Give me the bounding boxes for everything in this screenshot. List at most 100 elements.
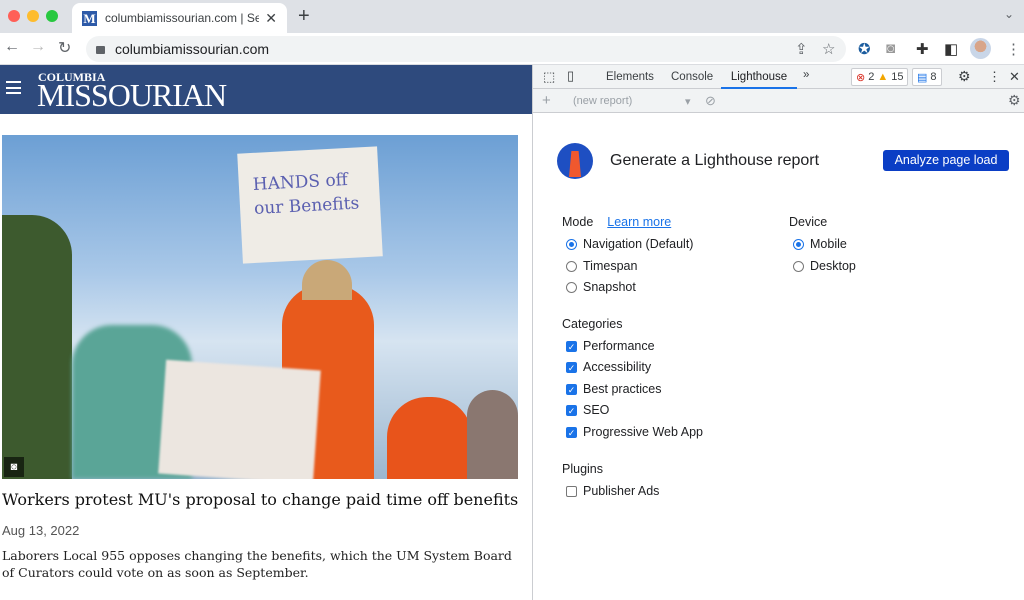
more-tabs-icon[interactable]: » [803,69,809,81]
mode-navigation[interactable]: Navigation (Default) [566,237,693,251]
back-button[interactable]: ← [4,38,20,56]
add-report-icon[interactable]: + [542,92,551,109]
option-label: Publisher Ads [583,484,660,498]
checkbox[interactable]: ✓ [566,404,577,416]
plugins-label: Plugins [562,462,603,476]
category-performance[interactable]: ✓ Performance [566,339,655,353]
article-summary: Laborers Local 955 opposes changing the … [2,548,512,580]
masthead: COLUMBIA MISSOURIAN [0,65,532,114]
browser-toolbar: ← → ↻ columbiamissourian.com ⇪ ☆ ✪ ◙ ✚ ◧… [0,33,1024,65]
favicon: M [82,10,97,26]
checkbox[interactable]: ✓ [566,383,577,395]
option-label: Navigation (Default) [583,237,694,251]
url-text: columbiamissourian.com [115,41,270,57]
share-icon[interactable]: ⇪ [795,40,808,58]
lighthouse-settings-icon[interactable]: ⚙ [1008,92,1021,109]
radio[interactable] [566,238,577,250]
forward-button[interactable]: → [30,38,46,56]
tab-console[interactable]: Console [671,71,713,83]
address-bar[interactable]: columbiamissourian.com [86,36,846,62]
close-tab-icon[interactable]: ✕ [265,10,277,27]
device-desktop[interactable]: Desktop [793,259,856,273]
message-count: 8 [930,71,937,83]
checkbox[interactable]: ✓ [566,361,577,373]
devtools-tabs: ⬚ ▯ Elements Console Lighthouse » ⊗ 2 ▲ 15… [533,65,1024,89]
article-headline[interactable]: Workers protest MU's proposal to change … [2,490,518,509]
radio[interactable] [793,238,804,250]
close-devtools-icon[interactable]: ✕ [1009,69,1020,85]
radio[interactable] [793,260,804,272]
camera-icon[interactable]: ◙ [4,457,24,477]
option-label: Mobile [810,237,847,251]
tab-elements[interactable]: Elements [606,71,654,83]
new-tab-button[interactable]: + [298,5,310,28]
analyze-page-load-button[interactable]: Analyze page load [883,150,1009,171]
plugin-publisher-ads[interactable]: Publisher Ads [566,484,659,498]
inspect-icon[interactable]: ⬚ [543,69,555,85]
sidepanel-icon[interactable]: ◧ [944,40,958,58]
avatar[interactable] [970,38,991,59]
learn-more-link[interactable]: Learn more [607,215,671,229]
option-label: Snapshot [583,280,636,294]
issues-badge[interactable]: ⊗ 2 ▲ 15 [851,68,909,86]
browser-tab[interactable]: M columbiamissourian.com | Serv ✕ [72,3,287,33]
device-mobile[interactable]: Mobile [793,237,847,251]
device-label: Device [789,215,828,229]
maximize-window-button[interactable] [46,10,58,22]
category-seo[interactable]: ✓ SEO [566,403,609,417]
star-icon[interactable]: ☆ [822,40,835,58]
settings-gear-icon[interactable]: ⚙ [958,68,971,85]
message-icon: ▤ [917,71,928,84]
mode-snapshot[interactable]: Snapshot [566,280,636,294]
option-label: Progressive Web App [583,425,703,439]
puzzle-icon[interactable]: ✚ [916,40,929,58]
option-label: Performance [583,339,655,353]
chevron-down-icon[interactable]: ⌄ [1004,7,1014,21]
lock-icon [96,46,105,54]
logo-main[interactable]: MISSOURIAN [37,79,227,111]
menu-icon[interactable]: ⋮ [1006,40,1021,58]
error-count: 2 [868,71,875,83]
article-date: Aug 13, 2022 [2,523,80,538]
option-label: Timespan [583,259,638,273]
tab-bar: M columbiamissourian.com | Serv ✕ + ⌄ [0,0,1024,33]
camera-icon[interactable]: ◙ [886,40,895,57]
tab-title: columbiamissourian.com | Serv [105,11,260,25]
device-toolbar-icon[interactable]: ▯ [567,68,574,84]
option-label: SEO [583,403,610,417]
more-options-icon[interactable]: ⋮ [988,69,1001,85]
lighthouse-logo-icon [557,143,593,179]
web-page: COLUMBIA MISSOURIAN HANDS off our Benefi… [0,65,532,600]
messages-badge[interactable]: ▤ 8 [912,68,942,86]
extension-icon[interactable]: ✪ [858,40,871,58]
checkbox[interactable]: ✓ [566,426,577,438]
categories-label: Categories [562,317,623,331]
tab-lighthouse[interactable]: Lighthouse [721,71,797,89]
hamburger-menu-icon[interactable] [6,81,21,94]
chevron-down-icon[interactable]: ▾ [685,95,691,108]
option-label: Accessibility [583,360,652,374]
devtools-panel: ⬚ ▯ Elements Console Lighthouse » ⊗ 2 ▲ 15… [532,65,1024,600]
warning-icon: ▲ [877,71,889,83]
mode-timespan[interactable]: Timespan [566,259,637,273]
lighthouse-header: Generate a Lighthouse report [557,143,819,179]
reload-button[interactable]: ↻ [58,38,71,58]
close-window-button[interactable] [8,10,20,22]
clear-icon[interactable]: ⊘ [705,93,716,109]
radio[interactable] [566,260,577,272]
category-pwa[interactable]: ✓ Progressive Web App [566,425,703,439]
mode-heading: Mode [562,215,594,229]
category-best-practices[interactable]: ✓ Best practices [566,382,662,396]
radio[interactable] [566,281,577,293]
option-label: Desktop [810,259,856,273]
category-accessibility[interactable]: ✓ Accessibility [566,360,651,374]
report-select[interactable]: (new report) [573,95,632,107]
minimize-window-button[interactable] [27,10,39,22]
warning-count: 15 [891,71,904,83]
checkbox[interactable] [566,485,577,497]
article-photo[interactable]: HANDS off our Benefits ◙ [2,135,518,479]
lighthouse-title: Generate a Lighthouse report [610,152,820,169]
lighthouse-toolbar: + (new report) ▾ ⊘ ⚙ [533,89,1024,113]
protest-sign: HANDS off our Benefits [237,146,383,264]
checkbox[interactable]: ✓ [566,340,577,352]
